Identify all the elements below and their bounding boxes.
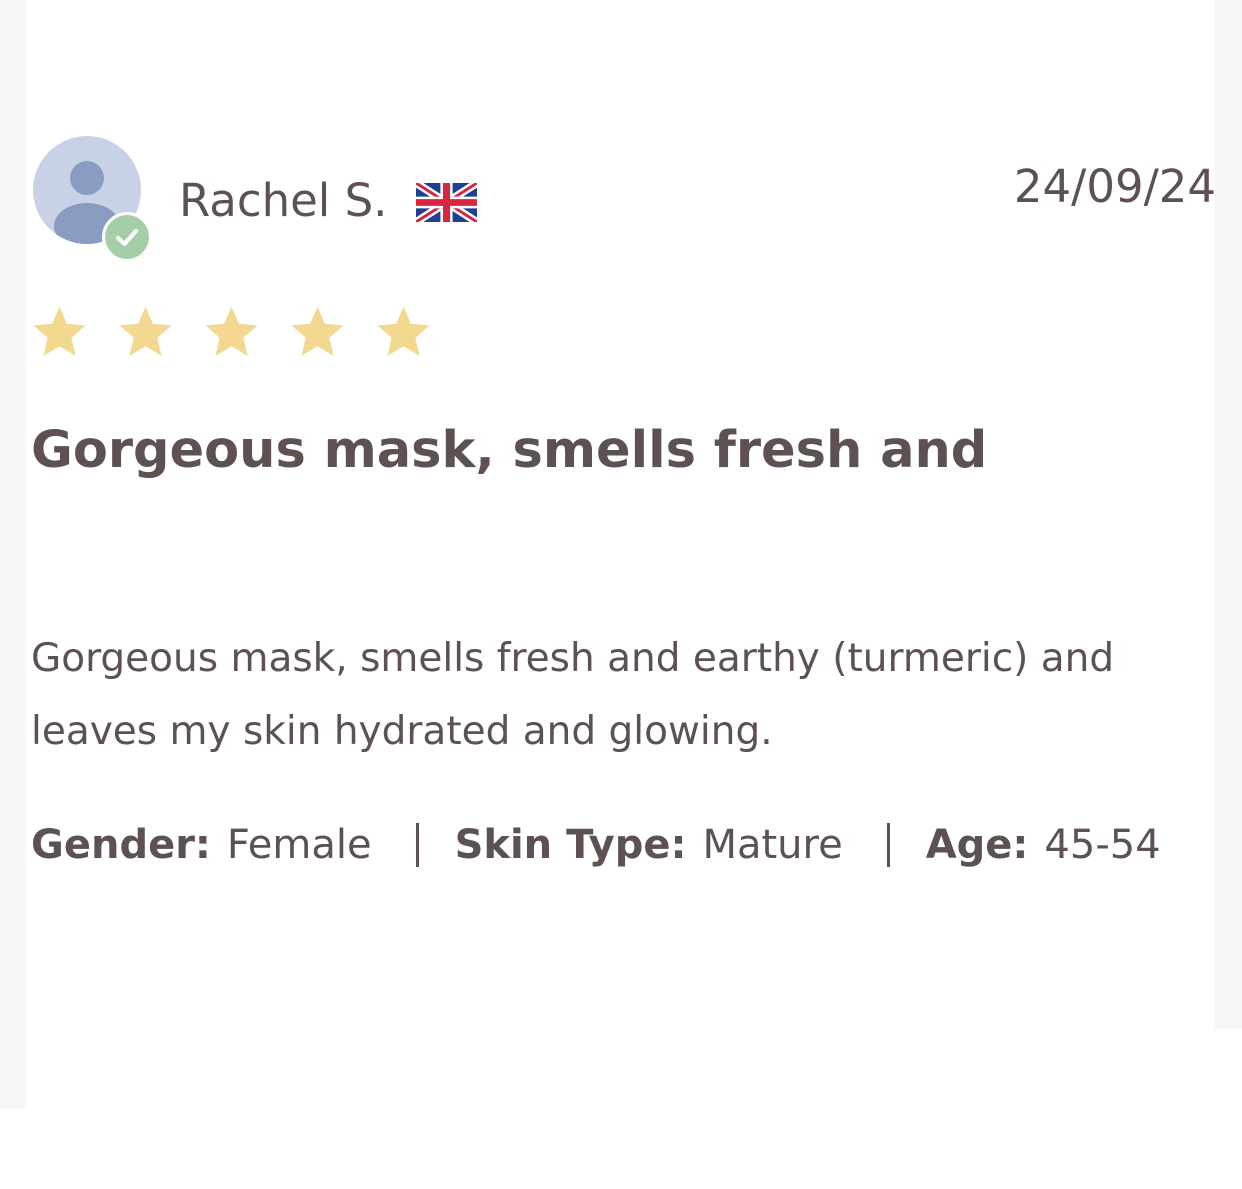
skin-type-label: Skin Type: xyxy=(454,822,687,868)
star-icon xyxy=(291,306,344,356)
gender-label: Gender: xyxy=(31,822,211,868)
age-label: Age: xyxy=(925,822,1029,868)
star-icon xyxy=(119,306,172,356)
divider xyxy=(886,823,890,867)
review-date: 24/09/24 xyxy=(1013,160,1216,213)
verified-badge xyxy=(102,212,152,262)
star-icon xyxy=(33,306,86,356)
skin-type-value: Mature xyxy=(702,822,843,868)
uk-flag-icon xyxy=(416,183,477,222)
right-panel-edge xyxy=(1215,0,1242,1030)
reviewer-name: Rachel S. xyxy=(179,174,388,227)
star-icon xyxy=(205,306,258,356)
divider xyxy=(415,823,419,867)
gender-value: Female xyxy=(226,822,372,868)
review-title: Gorgeous mask, smells fresh and xyxy=(31,421,988,480)
age-value: 45-54 xyxy=(1044,822,1161,868)
left-panel-edge xyxy=(0,0,26,1110)
star-rating xyxy=(31,303,432,360)
star-icon xyxy=(377,306,430,356)
reviewer-attributes: Gender: Female Skin Type: Mature Age: 45… xyxy=(31,822,1161,868)
review-body: Gorgeous mask, smells fresh and earthy (… xyxy=(31,636,1115,754)
check-icon xyxy=(116,229,138,246)
